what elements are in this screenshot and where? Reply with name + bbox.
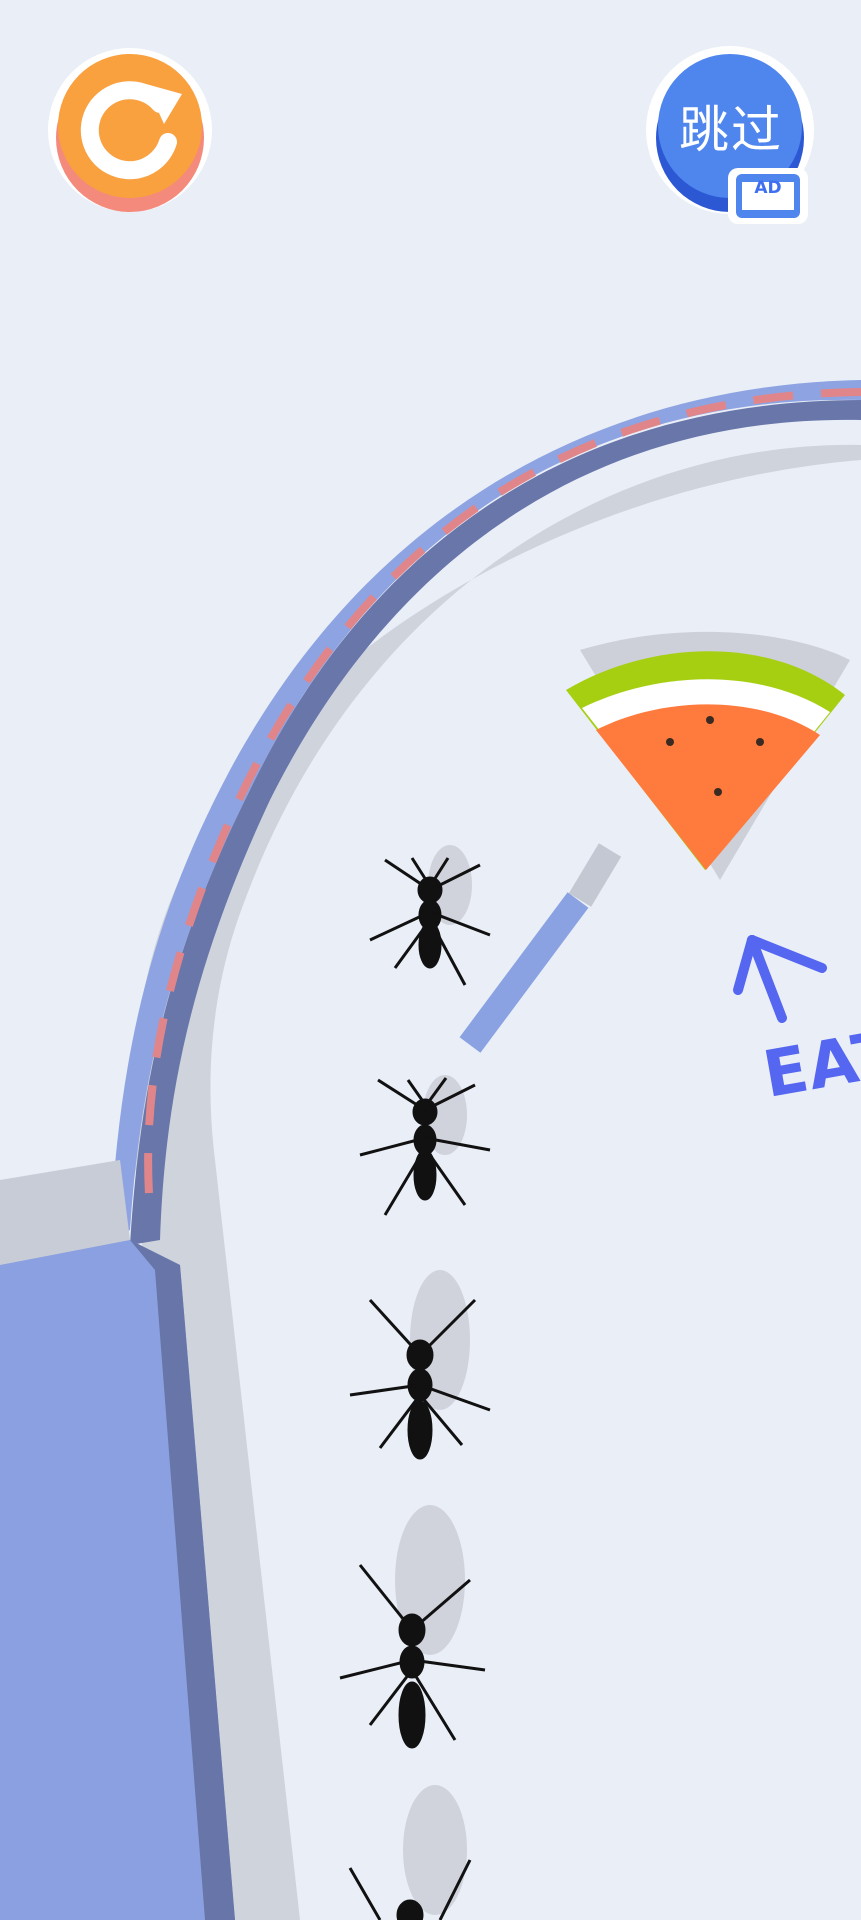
ant-2 bbox=[359, 1075, 491, 1216]
restart-arrow-icon bbox=[48, 48, 212, 212]
drawn-line bbox=[459, 843, 622, 1053]
ant-3 bbox=[349, 1270, 491, 1460]
watermelon-slice bbox=[566, 631, 850, 880]
ant-1 bbox=[369, 845, 491, 986]
up-left-arrow-icon bbox=[733, 935, 827, 1023]
skip-ad-button[interactable]: 跳过 AD bbox=[646, 46, 816, 228]
ant-4 bbox=[339, 1505, 486, 1749]
skip-label: 跳过 bbox=[679, 101, 783, 159]
ant-5 bbox=[348, 1785, 472, 1920]
restart-button[interactable] bbox=[46, 46, 214, 214]
ad-video-icon: AD bbox=[754, 178, 782, 198]
game-scene bbox=[0, 380, 861, 1920]
